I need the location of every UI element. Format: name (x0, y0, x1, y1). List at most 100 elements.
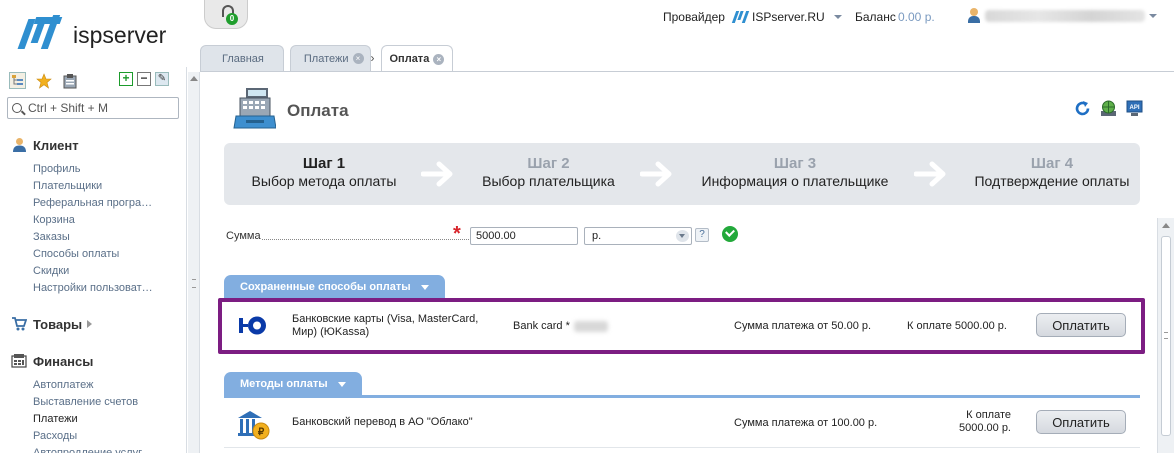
step-number: Шаг 4 (1030, 155, 1074, 172)
favorites-star-icon[interactable] (35, 72, 52, 89)
bank-icon: ₽ (236, 409, 272, 440)
sidebar-item-orders[interactable]: Заказы (33, 229, 153, 246)
card-digits-blurred (573, 320, 608, 332)
sidebar-group-label: Клиент (33, 137, 79, 153)
main-content: Оплата API Шаг 1 Выбор метода оплаты Шаг… (201, 72, 1157, 453)
collapse-arrow-icon[interactable] (190, 76, 198, 81)
sidebar-item-expenses[interactable]: Расходы (33, 428, 142, 445)
sidebar-item-invoicing[interactable]: Выставление счетов (33, 394, 142, 411)
sidebar-toolbar (9, 72, 78, 89)
sidebar-item-payment-methods[interactable]: Способы оплаты (33, 246, 153, 263)
ispserver-logo[interactable]: ispserver (17, 15, 166, 55)
tab-payments[interactable]: Платежи × (289, 45, 371, 71)
tab-home[interactable]: Главная (200, 45, 284, 71)
menu-tree-icon[interactable] (9, 72, 26, 89)
sidebar-item-profile[interactable]: Профиль (33, 161, 153, 178)
search-icon (12, 103, 22, 113)
tab-payment[interactable]: Оплата × (380, 45, 454, 72)
expand-all-icon[interactable]: + (119, 72, 133, 86)
card-label: Bank card * (513, 320, 570, 332)
sidebar-item-autopay[interactable]: Автоплатеж (33, 377, 142, 394)
close-icon[interactable]: × (433, 53, 445, 65)
saved-methods-toggle[interactable]: Сохраненные способы оплаты (224, 275, 445, 299)
ispserver-small-icon (731, 11, 750, 23)
card-number: Bank card * (513, 320, 608, 332)
chevron-down-icon (676, 230, 689, 242)
help-icon[interactable]: ? (695, 228, 709, 242)
user-icon (967, 8, 981, 23)
sum-input[interactable] (470, 227, 578, 245)
user-email-blurred (985, 9, 1145, 22)
support-button[interactable]: 0 (204, 0, 248, 29)
step-title: Информация о плательщике (701, 173, 889, 189)
dotted-leader (262, 239, 471, 240)
api-icon[interactable]: API (1126, 100, 1143, 117)
sidebar-splitter[interactable] (188, 72, 200, 453)
scrollbar-thumb[interactable] (1161, 236, 1171, 436)
sidebar-group-finance[interactable]: Финансы (11, 353, 93, 369)
tab-bar: Главная Платежи × › Оплата × (200, 45, 459, 72)
step-title: Выбор метода оплаты (251, 173, 397, 189)
provider-select[interactable]: ISPserver.RU (731, 10, 842, 24)
to-pay-line: К оплате (966, 409, 1011, 421)
svg-text:₽: ₽ (258, 427, 265, 438)
sidebar-item-payers[interactable]: Плательщики (33, 178, 153, 195)
user-menu[interactable] (967, 8, 1157, 23)
sidebar-item-autorenew[interactable]: Автопродление услуг (33, 445, 142, 453)
web-icon[interactable] (1100, 100, 1117, 117)
scroll-up-icon[interactable] (1162, 223, 1170, 228)
currency-select[interactable]: р. (584, 227, 692, 245)
sum-field-row: Сумма * р. ? (226, 223, 786, 247)
page-title: Оплата (287, 101, 349, 120)
payment-methods-toggle[interactable]: Методы оплаты (224, 372, 362, 396)
required-asterisk-icon: * (453, 223, 461, 245)
sidebar-group-products[interactable]: Товары (11, 316, 93, 332)
pay-button[interactable]: Оплатить (1036, 313, 1126, 337)
arrow-right-icon (421, 161, 453, 187)
chevron-down-icon (833, 15, 842, 19)
close-icon[interactable]: × (352, 53, 364, 64)
to-pay-line: 5000.00 р. (959, 422, 1011, 434)
min-sum: Сумма платежа от 100.00 р. (734, 417, 878, 429)
arrow-right-icon (640, 161, 672, 187)
sidebar-item-discounts[interactable]: Скидки (33, 263, 153, 280)
logo-text: ispserver (73, 21, 167, 48)
arrow-right-icon (914, 161, 946, 187)
sidebar-item-cart[interactable]: Корзина (33, 212, 153, 229)
content-scrollbar[interactable] (1157, 218, 1174, 453)
clipboard-icon[interactable] (61, 72, 78, 89)
top-bar: ispserver 0 Провайдер ISPserver.RU Балан… (0, 0, 1174, 49)
client-icon (11, 137, 27, 153)
grip-icon (192, 279, 196, 288)
svg-text:API: API (1129, 105, 1139, 111)
collapse-all-icon[interactable]: − (137, 72, 151, 86)
to-pay: К оплате 5000.00 р. (907, 320, 1007, 332)
chevron-down-icon (420, 284, 429, 290)
tab-label: Оплата (389, 53, 430, 65)
pay-button[interactable]: Оплатить (1036, 410, 1126, 434)
sidebar-client-items: Профиль Плательщики Реферальная програ… … (33, 161, 153, 297)
breadcrumb-separator-icon: › (370, 51, 375, 65)
pin-icon[interactable]: ✎ (155, 72, 169, 86)
sidebar-item-user-settings[interactable]: Настройки пользоват… (33, 280, 153, 297)
sidebar-item-payments[interactable]: Платежи (33, 411, 142, 428)
sidebar-search[interactable] (7, 97, 179, 119)
ispserver-logo-icon (17, 15, 67, 55)
balance-value[interactable]: 0.00 р. (898, 10, 935, 24)
payment-wizard: Шаг 1 Выбор метода оплаты Шаг 2 Выбор пл… (224, 143, 1140, 205)
provider-label: Провайдер (663, 10, 725, 24)
tab-label: Платежи (303, 52, 349, 65)
sidebar-item-referral[interactable]: Реферальная програ… (33, 195, 153, 212)
step-number: Шаг 1 (302, 155, 346, 172)
refresh-icon[interactable] (1074, 100, 1091, 117)
wizard-step-2: Шаг 2 Выбор плательщика (482, 155, 615, 189)
chevron-down-icon (337, 381, 346, 387)
method-name-line: Банковские карты (Visa, MasterCard, (292, 313, 479, 325)
min-sum: Сумма платежа от 50.00 р. (734, 320, 872, 332)
search-input[interactable] (28, 101, 168, 115)
sidebar-group-client[interactable]: Клиент (11, 137, 79, 153)
provider-value: ISPserver.RU (752, 10, 825, 24)
wizard-step-1: Шаг 1 Выбор метода оплаты (251, 155, 397, 189)
sidebar-toolbar-right: + − ✎ (119, 72, 169, 86)
step-number: Шаг 2 (527, 155, 570, 172)
